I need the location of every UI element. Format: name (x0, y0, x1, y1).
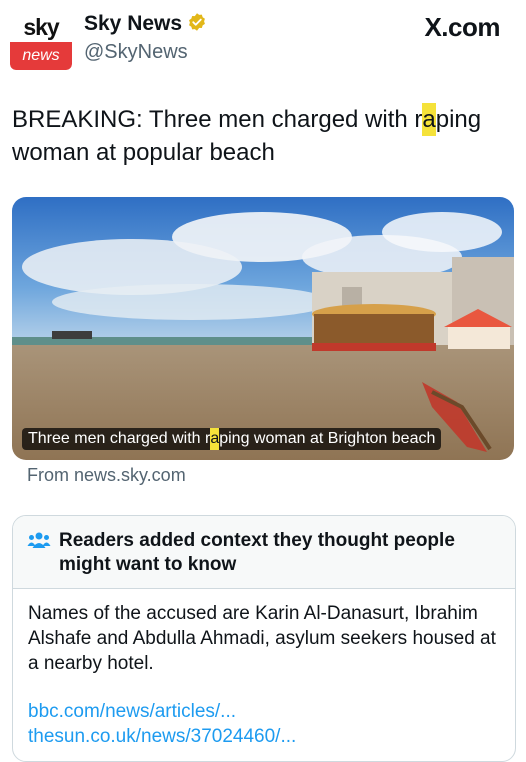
post-header: sky news Sky News @SkyNews X.com (0, 0, 526, 80)
community-note: Readers added context they thought peopl… (12, 515, 516, 762)
headline-text-part1: BREAKING: Three men charged with r (12, 106, 423, 133)
avatar-logo-top: sky (10, 12, 72, 42)
card-source[interactable]: From news.sky.com (27, 465, 186, 486)
verified-badge-icon (189, 13, 205, 31)
community-note-body: Names of the accused are Karin Al-Danasu… (28, 603, 496, 674)
community-note-title: Readers added context they thought peopl… (59, 530, 455, 575)
people-icon (27, 532, 51, 548)
account-name-row[interactable]: Sky News (84, 12, 207, 36)
site-badge: X.com (424, 12, 500, 42)
post-text: BREAKING: Three men charged with raping … (12, 103, 512, 169)
note-link-bbc[interactable]: bbc.com/news/articles/... (28, 701, 236, 723)
beach-photo (12, 197, 514, 460)
link-card[interactable]: Three men charged with raping woman at B… (12, 197, 514, 460)
censor-mark: a (422, 103, 436, 136)
caption-censor-mark: a (210, 428, 220, 450)
community-note-header: Readers added context they thought peopl… (13, 516, 515, 589)
avatar-logo-bottom: news (10, 42, 72, 70)
note-link-thesun[interactable]: thesun.co.uk/news/37024460/... (28, 726, 296, 748)
sky-news-avatar[interactable]: sky news (10, 12, 72, 70)
account-handle[interactable]: @SkyNews (84, 41, 188, 64)
image-caption: Three men charged with raping woman at B… (22, 428, 442, 450)
caption-part2: ping woman at Brighton beach (219, 430, 436, 447)
account-name[interactable]: Sky News (84, 12, 182, 35)
caption-part1: Three men charged with r (28, 430, 211, 447)
